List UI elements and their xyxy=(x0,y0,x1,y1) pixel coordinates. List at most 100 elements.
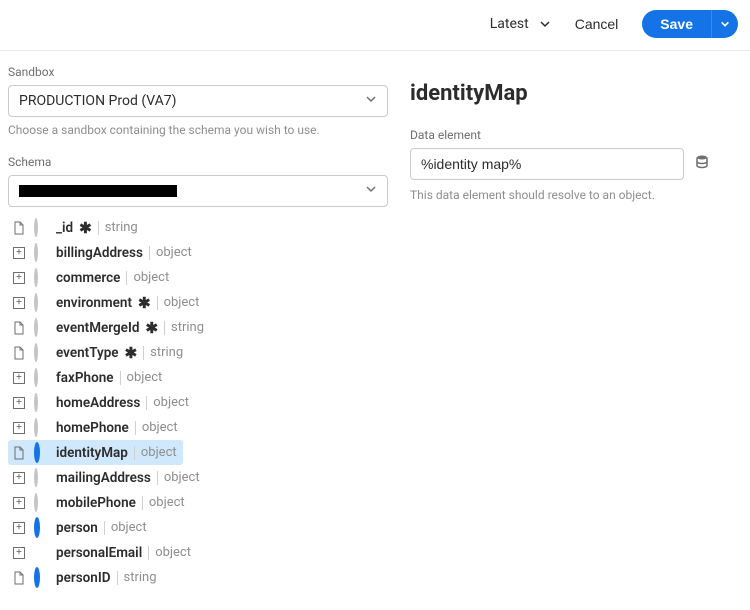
field-name: identityMap xyxy=(56,445,134,461)
field-name: mailingAddress xyxy=(56,470,157,486)
chevron-down-icon xyxy=(539,18,551,30)
expand-icon: + xyxy=(10,372,28,384)
expand-icon: + xyxy=(10,397,28,409)
schema-selected-value-redacted xyxy=(19,185,177,197)
schema-field-mobilePhone[interactable]: +mobilePhoneobject xyxy=(8,490,408,515)
field-type: object xyxy=(153,395,189,410)
expand-icon: + xyxy=(10,522,28,534)
data-element-input[interactable] xyxy=(410,148,684,180)
divider xyxy=(149,246,150,260)
schema-select[interactable] xyxy=(8,175,388,207)
field-type: object xyxy=(133,270,169,285)
required-asterisk-icon: ✱ xyxy=(125,344,138,362)
panel-title: identityMap xyxy=(410,81,710,106)
file-icon xyxy=(10,346,28,360)
divider xyxy=(98,221,99,235)
schema-field-eventMergeId[interactable]: eventMergeId✱ string xyxy=(8,315,408,340)
field-name: eventType xyxy=(56,345,125,361)
expand-icon: + xyxy=(10,547,28,559)
field-name: homeAddress xyxy=(56,395,146,411)
field-type: object xyxy=(164,470,200,485)
save-button[interactable]: Save xyxy=(642,10,711,38)
file-icon xyxy=(10,321,28,335)
chevron-down-icon xyxy=(365,183,377,199)
file-icon xyxy=(10,571,28,585)
divider xyxy=(134,446,135,460)
schema-field-faxPhone[interactable]: +faxPhoneobject xyxy=(8,365,408,390)
divider xyxy=(148,546,149,560)
expand-icon: + xyxy=(10,272,28,284)
field-name: person xyxy=(56,520,104,536)
schema-field-commerce[interactable]: + commerce object xyxy=(8,265,408,290)
field-type: string xyxy=(105,220,138,235)
save-dropdown-button[interactable] xyxy=(711,10,738,38)
radio-icon[interactable] xyxy=(34,370,50,386)
schema-label: Schema xyxy=(8,155,408,169)
data-element-help: This data element should resolve to an o… xyxy=(410,188,710,202)
radio-icon[interactable] xyxy=(34,270,50,286)
field-type: object xyxy=(156,245,192,260)
schema-field-mailingAddress[interactable]: + mailingAddress object xyxy=(8,465,408,490)
sandbox-selected-value: PRODUCTION Prod (VA7) xyxy=(19,93,177,109)
data-element-label: Data element xyxy=(410,128,710,142)
radio-icon[interactable] xyxy=(34,470,50,486)
schema-tree: _id✱string+billingAddressobject+commerce… xyxy=(8,215,408,590)
field-name: personID xyxy=(56,570,117,586)
field-name: commerce xyxy=(56,270,126,286)
save-button-group: Save xyxy=(642,10,738,38)
file-icon xyxy=(10,221,28,235)
divider xyxy=(157,296,158,310)
schema-field-person[interactable]: + person object xyxy=(8,515,408,540)
required-asterisk-icon: ✱ xyxy=(145,319,158,337)
chevron-down-icon xyxy=(365,93,377,109)
schema-field-personalEmail[interactable]: +personalEmailobject xyxy=(8,540,408,565)
database-icon[interactable] xyxy=(694,154,710,174)
expand-icon: + xyxy=(10,497,28,509)
divider xyxy=(157,471,158,485)
divider xyxy=(117,571,118,585)
radio-icon[interactable] xyxy=(34,295,50,311)
radio-icon[interactable] xyxy=(34,245,50,261)
radio-icon[interactable] xyxy=(34,570,50,586)
radio-icon[interactable] xyxy=(34,420,50,436)
radio-icon[interactable] xyxy=(34,220,50,236)
radio-icon[interactable] xyxy=(34,395,50,411)
sandbox-select[interactable]: PRODUCTION Prod (VA7) xyxy=(8,85,388,117)
radio-icon[interactable] xyxy=(34,320,50,336)
cancel-button[interactable]: Cancel xyxy=(575,16,619,32)
field-name: eventMergeId xyxy=(56,320,145,336)
radio-icon[interactable] xyxy=(34,345,50,361)
version-label: Latest xyxy=(490,16,529,32)
divider xyxy=(142,496,143,510)
version-picker[interactable]: Latest xyxy=(490,16,551,32)
radio-icon[interactable] xyxy=(34,520,50,536)
expand-icon: + xyxy=(10,422,28,434)
field-type: object xyxy=(149,495,185,510)
sandbox-label: Sandbox xyxy=(8,65,408,79)
schema-field-eventType[interactable]: eventType✱ string xyxy=(8,340,408,365)
divider xyxy=(164,321,165,335)
divider xyxy=(143,346,144,360)
schema-field-environment[interactable]: +environment✱object xyxy=(8,290,408,315)
field-type: string xyxy=(171,320,204,335)
expand-icon: + xyxy=(10,472,28,484)
expand-icon: + xyxy=(10,247,28,259)
schema-field-identityMap[interactable]: identityMapobject xyxy=(8,440,183,465)
schema-field-homeAddress[interactable]: + homeAddress object xyxy=(8,390,408,415)
divider xyxy=(120,371,121,385)
radio-icon[interactable] xyxy=(34,445,50,461)
field-name: _id xyxy=(56,220,79,236)
chevron-down-icon xyxy=(720,17,730,32)
divider xyxy=(104,521,105,535)
radio-icon[interactable] xyxy=(34,545,50,561)
field-type: object xyxy=(111,520,147,535)
schema-field-_id[interactable]: _id✱ string xyxy=(8,215,408,240)
radio-icon[interactable] xyxy=(34,495,50,511)
field-name: billingAddress xyxy=(56,245,149,261)
schema-field-billingAddress[interactable]: + billingAddress object xyxy=(8,240,408,265)
field-name: personalEmail xyxy=(56,545,148,561)
schema-field-personID[interactable]: personIDstring xyxy=(8,565,408,590)
schema-field-homePhone[interactable]: +homePhoneobject xyxy=(8,415,408,440)
field-type: string xyxy=(150,345,183,360)
required-asterisk-icon: ✱ xyxy=(79,219,92,237)
